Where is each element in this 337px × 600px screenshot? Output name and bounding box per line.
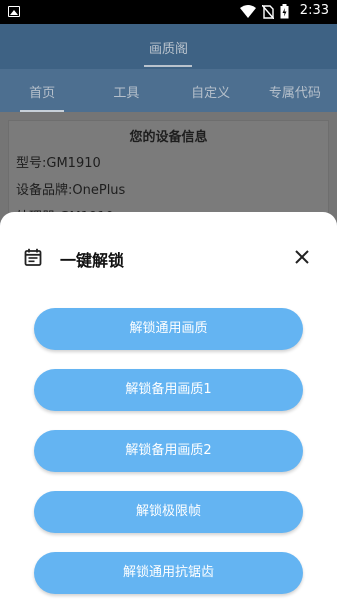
main-content: 您的设备信息 型号:GM1910 设备品牌:OnePlus 处理器:GM1910 <box>0 112 337 240</box>
app-title: 画质阁 <box>148 42 188 57</box>
calendar-icon <box>24 248 42 266</box>
title-underline <box>144 65 192 67</box>
device-model: 型号:GM1910 <box>16 156 101 171</box>
no-sim-icon <box>262 4 274 19</box>
unlock-max-framerate-button[interactable]: 解锁极限帧 <box>34 491 303 533</box>
status-time: 2:33 <box>299 3 329 18</box>
tab-custom[interactable]: 自定义 <box>169 69 253 112</box>
unlock-backup-quality-2-button[interactable]: 解锁备用画质2 <box>34 430 303 472</box>
status-bar: 2:33 <box>0 0 337 24</box>
sheet-header: 一键解锁 <box>0 212 337 302</box>
unlock-general-quality-button[interactable]: 解锁通用画质 <box>34 308 303 350</box>
battery-charging-icon <box>280 4 289 19</box>
unlock-bottom-sheet: 一键解锁 解锁通用画质 解锁备用画质1 解锁备用画质2 解锁极限帧 解锁通用抗锯… <box>0 212 337 600</box>
device-brand: 设备品牌:OnePlus <box>16 183 126 198</box>
close-icon[interactable] <box>294 249 310 265</box>
tab-exclusive-code[interactable]: 专属代码 <box>253 69 337 112</box>
tab-bar: 首页 工具 自定义 专属代码 <box>0 69 337 112</box>
unlock-general-antialiasing-button[interactable]: 解锁通用抗锯齿 <box>34 552 303 594</box>
app-bar: 画质阁 <box>0 24 337 69</box>
tab-home[interactable]: 首页 <box>0 69 84 112</box>
image-notification-icon <box>8 6 20 17</box>
unlock-backup-quality-1-button[interactable]: 解锁备用画质1 <box>34 369 303 411</box>
tab-tools[interactable]: 工具 <box>84 69 168 112</box>
status-icons <box>240 4 289 19</box>
sheet-title: 一键解锁 <box>60 251 125 270</box>
wifi-icon <box>240 4 256 18</box>
device-info-title: 您的设备信息 <box>129 130 208 145</box>
